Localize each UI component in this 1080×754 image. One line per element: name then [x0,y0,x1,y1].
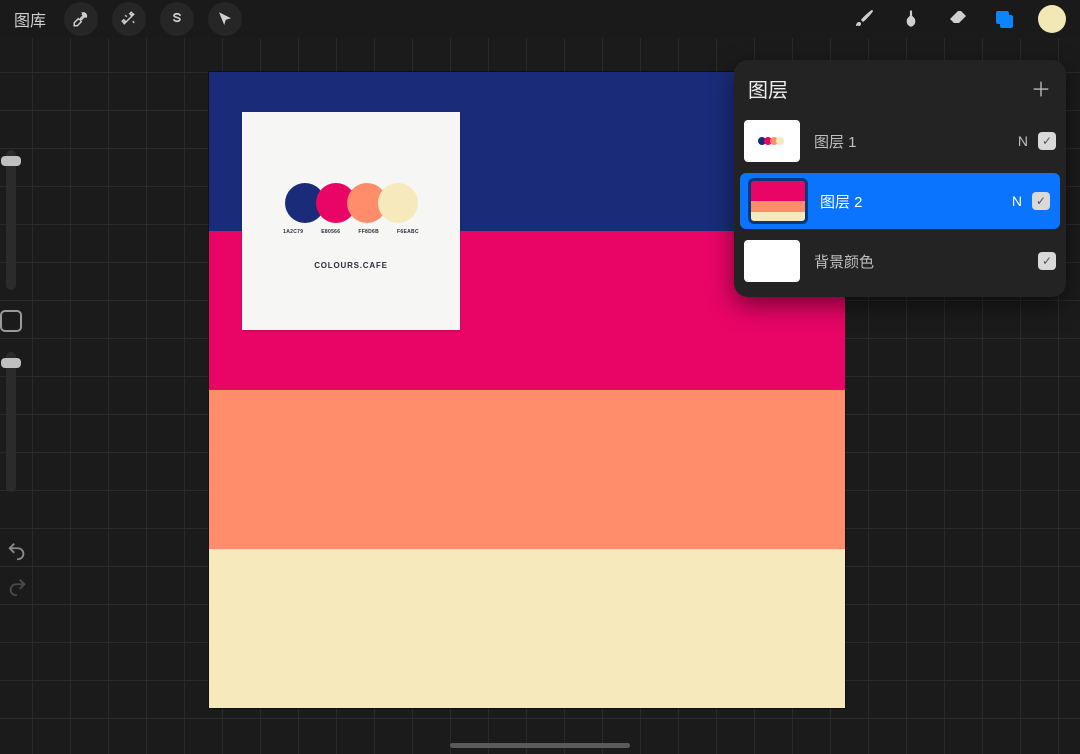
layer-visibility-checkbox[interactable]: ✓ [1038,252,1056,270]
eraser-icon[interactable] [946,7,970,31]
hex-code: 1A2C79 [283,229,303,235]
color-swatch[interactable] [1038,5,1066,33]
layers-panel-title: 图层 [748,74,788,103]
hex-code: FF8D6B [358,229,379,235]
swatch-dot [378,183,418,223]
home-indicator [450,743,630,748]
brush-icon[interactable] [852,7,876,31]
slider-handle[interactable] [1,156,21,166]
layers-panel: 图层 图层 1 N ✓ 图层 2 N ✓ 背景颜色 ✓ [734,60,1066,297]
canvas-stripe [209,390,845,549]
layer-blend-mode[interactable]: N [1018,133,1028,149]
slider-handle[interactable] [1,358,21,368]
palette-brand: COLOURS.CAFE [314,261,388,270]
hex-code: F6EABC [397,229,419,235]
brush-size-slider[interactable] [6,150,16,290]
layer-thumbnail [750,180,806,222]
opacity-slider[interactable] [6,352,16,492]
palette-codes: 1A2C79 E80566 FF8D6B F6EABC [283,229,419,235]
redo-button[interactable] [6,576,28,598]
layer-row[interactable]: 图层 1 N ✓ [734,113,1066,169]
left-sidebar [0,150,22,492]
add-layer-button[interactable] [1030,78,1052,100]
smudge-icon[interactable] [898,6,924,32]
wand-icon[interactable] [112,2,146,36]
wrench-icon[interactable] [64,2,98,36]
undo-button[interactable] [6,540,28,562]
layer-visibility-checkbox[interactable]: ✓ [1032,192,1050,210]
layer-visibility-checkbox[interactable]: ✓ [1038,132,1056,150]
gallery-button[interactable]: 图库 [14,7,46,31]
layer-name: 图层 1 [814,131,1018,152]
select-s-icon[interactable] [160,2,194,36]
palette-swatches [285,183,418,223]
hex-code: E80566 [321,229,340,235]
top-toolbar: 图库 [0,0,1080,38]
cursor-icon[interactable] [208,2,242,36]
layer-row[interactable]: 背景颜色 ✓ [734,233,1066,289]
layer-row[interactable]: 图层 2 N ✓ [740,173,1060,229]
modifier-button[interactable] [0,310,22,332]
palette-card: 1A2C79 E80566 FF8D6B F6EABC COLOURS.CAFE [242,112,460,330]
layer-blend-mode[interactable]: N [1012,193,1022,209]
layer-thumbnail [744,120,800,162]
layers-icon[interactable] [992,7,1016,31]
layer-name: 图层 2 [820,191,1012,212]
layer-thumbnail [744,240,800,282]
layer-name: 背景颜色 [814,251,1028,272]
canvas-stripe [209,549,845,708]
